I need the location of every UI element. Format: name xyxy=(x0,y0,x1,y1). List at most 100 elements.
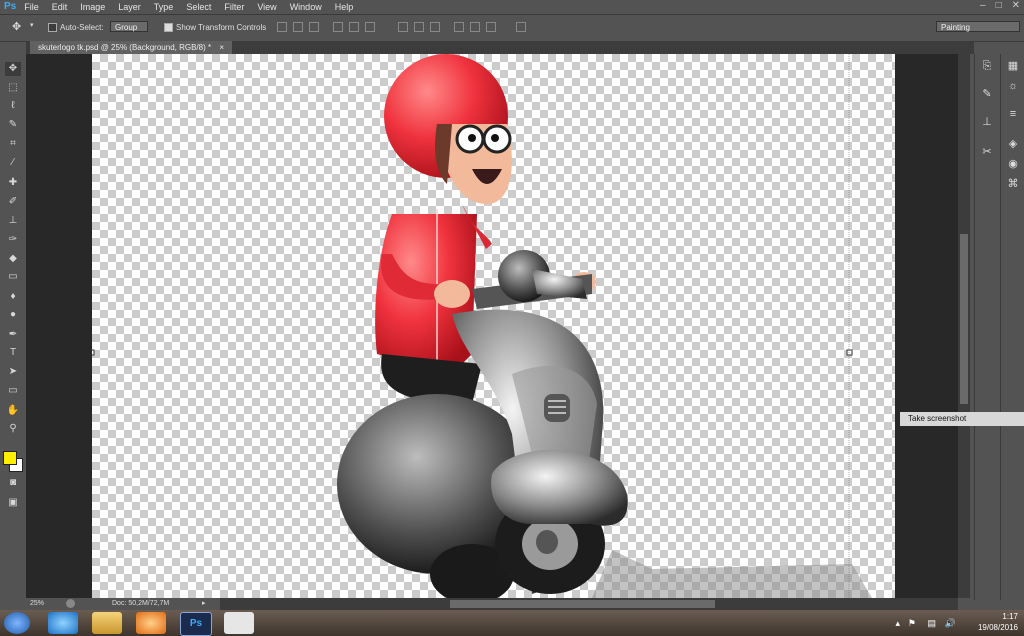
media-player-taskbar-icon[interactable] xyxy=(136,612,166,634)
shape-tool-icon[interactable]: ▭ xyxy=(5,384,21,398)
history-panel-icon[interactable]: ⎘ xyxy=(979,58,995,74)
internet-explorer-taskbar-icon[interactable] xyxy=(48,612,78,634)
pen-tool-icon[interactable]: ✒ xyxy=(5,328,21,342)
close-tab-icon[interactable]: × xyxy=(219,43,224,52)
blur-tool-icon[interactable]: ♦ xyxy=(5,290,21,304)
distribute-bottom-icon[interactable] xyxy=(430,22,440,32)
menu-file[interactable]: File xyxy=(24,2,39,12)
eraser-tool-icon[interactable]: ◆ xyxy=(5,252,21,266)
canvas-workspace[interactable] xyxy=(26,54,958,598)
status-info-icon[interactable] xyxy=(66,599,75,608)
history-brush-tool-icon[interactable]: ✑ xyxy=(5,233,21,247)
horizontal-scrollbar[interactable] xyxy=(220,598,958,610)
align-vcenter-icon[interactable] xyxy=(293,22,303,32)
workspace-dropdown[interactable]: Painting xyxy=(936,21,1020,32)
quick-mask-icon[interactable]: ◙ xyxy=(5,476,21,490)
show-transform-checkbox[interactable] xyxy=(164,23,173,32)
menu-bar: Ps File Edit Image Layer Type Select Fil… xyxy=(0,0,1024,13)
menu-filter[interactable]: Filter xyxy=(224,2,244,12)
window-controls: – □ ✕ xyxy=(980,0,1020,11)
path-select-tool-icon[interactable]: ➤ xyxy=(5,365,21,379)
tray-expand-icon[interactable]: ▴ xyxy=(895,618,900,629)
menu-window[interactable]: Window xyxy=(290,2,322,12)
volume-icon[interactable]: 🔊 xyxy=(945,618,956,629)
auto-select-checkbox[interactable] xyxy=(48,23,57,32)
screen-recorder-taskbar-icon[interactable] xyxy=(224,612,254,634)
clock-time[interactable]: 1:17 xyxy=(978,611,1018,622)
foreground-color-swatch[interactable] xyxy=(3,451,17,465)
tools-panel: ✥ ⬚ ℓ ✎ ⌗ ⁄ ✚ ✐ ⊥ ✑ ◆ ▭ ♦ ● ✒ T ➤ ▭ ✋ ⚲ … xyxy=(0,54,27,600)
screen-mode-icon[interactable]: ▣ xyxy=(5,496,21,510)
properties-panel-icon[interactable]: ≡ xyxy=(1005,106,1021,122)
show-transform-label: Show Transform Controls xyxy=(176,23,267,32)
menu-layer[interactable]: Layer xyxy=(118,2,141,12)
scooter-character-artwork xyxy=(88,54,872,598)
brush-tool-icon[interactable]: ✐ xyxy=(5,195,21,209)
align-hcenter-icon[interactable] xyxy=(349,22,359,32)
distribute-top-icon[interactable] xyxy=(398,22,408,32)
healing-tool-icon[interactable]: ✚ xyxy=(5,176,21,190)
menu-type[interactable]: Type xyxy=(154,2,174,12)
menu-view[interactable]: View xyxy=(257,2,276,12)
clock-date[interactable]: 19/08/2016 xyxy=(978,622,1018,633)
auto-select-dropdown[interactable]: Group xyxy=(110,21,148,32)
align-top-icon[interactable] xyxy=(277,22,287,32)
stamp-tool-icon[interactable]: ⊥ xyxy=(5,214,21,228)
quick-select-tool-icon[interactable]: ✎ xyxy=(5,118,21,132)
document-tab-title: skuterlogo tk.psd @ 25% (Background, RGB… xyxy=(38,43,212,52)
adjustments-panel-icon[interactable]: ☼ xyxy=(1005,78,1021,94)
clone-source-icon[interactable]: ⊥ xyxy=(979,114,995,130)
eyedropper-tool-icon[interactable]: ⁄ xyxy=(5,156,21,170)
menu-edit[interactable]: Edit xyxy=(52,2,68,12)
auto-align-layers-icon[interactable] xyxy=(516,22,526,32)
tool-presets-icon[interactable]: ✂ xyxy=(979,144,995,160)
lasso-tool-icon[interactable]: ℓ xyxy=(5,99,21,113)
flag-icon[interactable]: ⚑ xyxy=(908,618,916,629)
vertical-scrollbar[interactable] xyxy=(958,54,970,598)
align-left-icon[interactable] xyxy=(333,22,343,32)
layers-panel-icon[interactable]: ◈ xyxy=(1005,136,1021,152)
close-button[interactable]: ✕ xyxy=(1012,0,1020,11)
take-screenshot-tooltip[interactable]: Take screenshot xyxy=(900,412,1024,426)
windows-taskbar: Ps 1:17 19/08/2016 🔊 ▤ ⚑ ▴ xyxy=(0,610,1024,636)
type-tool-icon[interactable]: T xyxy=(5,346,21,360)
distribute-hcenter-icon[interactable] xyxy=(470,22,480,32)
gradient-tool-icon[interactable]: ▭ xyxy=(5,270,21,284)
document-tab[interactable]: skuterlogo tk.psd @ 25% (Background, RGB… xyxy=(30,41,232,54)
minimize-button[interactable]: – xyxy=(980,0,986,11)
photoshop-logo: Ps xyxy=(4,1,17,12)
menu-help[interactable]: Help xyxy=(335,2,354,12)
document-size: Doc: 50,2M/72,7M xyxy=(112,600,170,607)
chevron-down-icon[interactable]: ▾ xyxy=(30,21,34,29)
distribute-left-icon[interactable] xyxy=(454,22,464,32)
marquee-tool-icon[interactable]: ⬚ xyxy=(5,81,21,95)
brush-presets-icon[interactable]: ✎ xyxy=(979,86,995,102)
horizontal-scroll-thumb[interactable] xyxy=(450,600,715,608)
status-menu-arrow-icon[interactable]: ▸ xyxy=(202,599,206,607)
crop-tool-icon[interactable]: ⌗ xyxy=(5,137,21,151)
move-tool-preset-icon[interactable]: ✥ xyxy=(12,20,21,33)
photoshop-taskbar-icon[interactable]: Ps xyxy=(180,612,212,636)
maximize-button[interactable]: □ xyxy=(996,0,1002,11)
hand-tool-icon[interactable]: ✋ xyxy=(5,404,21,418)
paths-panel-icon[interactable]: ⌘ xyxy=(1005,176,1021,192)
zoom-tool-icon[interactable]: ⚲ xyxy=(5,422,21,436)
menu-select[interactable]: Select xyxy=(186,2,211,12)
distribute-vcenter-icon[interactable] xyxy=(414,22,424,32)
move-tool-icon[interactable]: ✥ xyxy=(5,62,21,76)
start-button[interactable] xyxy=(4,612,30,634)
menu-image[interactable]: Image xyxy=(80,2,105,12)
network-icon[interactable]: ▤ xyxy=(927,618,936,629)
color-panel-icon[interactable]: ▦ xyxy=(1005,58,1021,74)
document-tab-bar: skuterlogo tk.psd @ 25% (Background, RGB… xyxy=(26,41,974,54)
file-explorer-taskbar-icon[interactable] xyxy=(92,612,122,634)
document-canvas[interactable] xyxy=(88,54,895,598)
zoom-level[interactable]: 25% xyxy=(30,600,44,607)
auto-select-label: Auto-Select: xyxy=(60,23,104,32)
distribute-right-icon[interactable] xyxy=(486,22,496,32)
dodge-tool-icon[interactable]: ● xyxy=(5,308,21,322)
align-right-icon[interactable] xyxy=(365,22,375,32)
align-bottom-icon[interactable] xyxy=(309,22,319,32)
channels-panel-icon[interactable]: ◉ xyxy=(1005,156,1021,172)
vertical-scroll-thumb[interactable] xyxy=(960,234,968,404)
